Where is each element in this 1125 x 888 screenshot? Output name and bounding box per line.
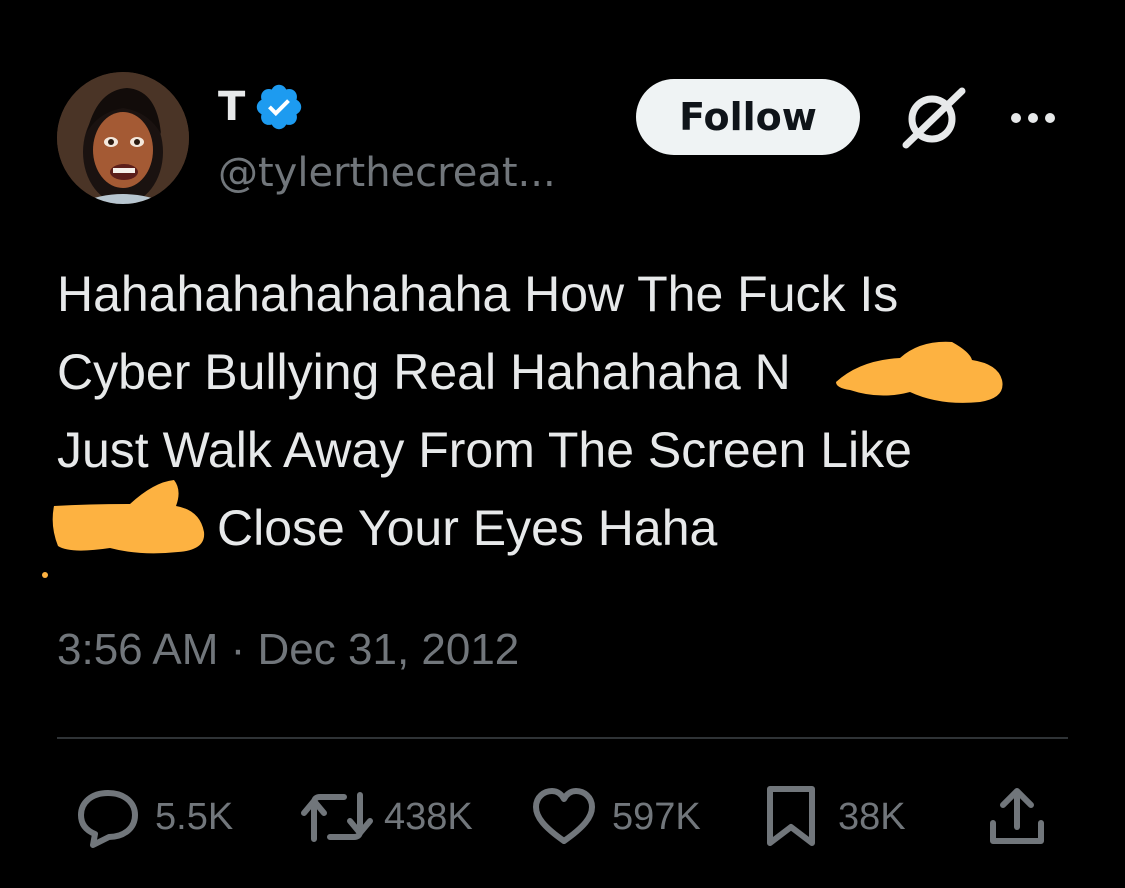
bookmark-count: 38K bbox=[838, 796, 906, 838]
divider bbox=[57, 737, 1068, 739]
like-count: 597K bbox=[612, 796, 701, 838]
author-name-row: T bbox=[218, 82, 305, 132]
heart-icon bbox=[533, 788, 595, 844]
avatar[interactable] bbox=[57, 72, 189, 204]
display-name[interactable]: T bbox=[218, 82, 245, 132]
tweet-text: Hahahahahahahaha How The Fuck Is Cyber B… bbox=[57, 255, 1067, 567]
repost-action[interactable]: 438K bbox=[300, 785, 473, 849]
repost-icon bbox=[301, 792, 373, 842]
tweet-line: Just Walk Away From The Screen Like bbox=[57, 422, 912, 478]
bookmark-icon bbox=[767, 786, 815, 846]
tweet-line: Cyber Bullying Real Hahahaha N bbox=[57, 344, 791, 400]
redaction-dot bbox=[42, 572, 48, 578]
more-dots-icon[interactable] bbox=[1000, 100, 1064, 136]
reply-action[interactable]: 5.5K bbox=[75, 785, 233, 849]
grok-icon[interactable] bbox=[900, 85, 966, 151]
reply-icon bbox=[78, 790, 138, 848]
reply-count: 5.5K bbox=[155, 796, 234, 838]
tweet-timestamp[interactable]: 3:56 AM · Dec 31, 2012 bbox=[57, 620, 519, 680]
follow-button[interactable]: Follow bbox=[636, 79, 860, 155]
tweet-line: Hahahahahahahaha How The Fuck Is bbox=[57, 266, 899, 322]
tweet-line: Close Your Eyes Haha bbox=[217, 500, 718, 556]
bookmark-action[interactable]: 38K bbox=[762, 785, 906, 849]
like-action[interactable]: 597K bbox=[530, 785, 701, 849]
verified-badge-icon[interactable] bbox=[253, 81, 305, 133]
share-icon bbox=[990, 788, 1044, 844]
share-action[interactable] bbox=[985, 785, 1049, 849]
repost-count: 438K bbox=[384, 796, 473, 838]
handle[interactable]: @tylerthecreat... bbox=[218, 148, 556, 198]
